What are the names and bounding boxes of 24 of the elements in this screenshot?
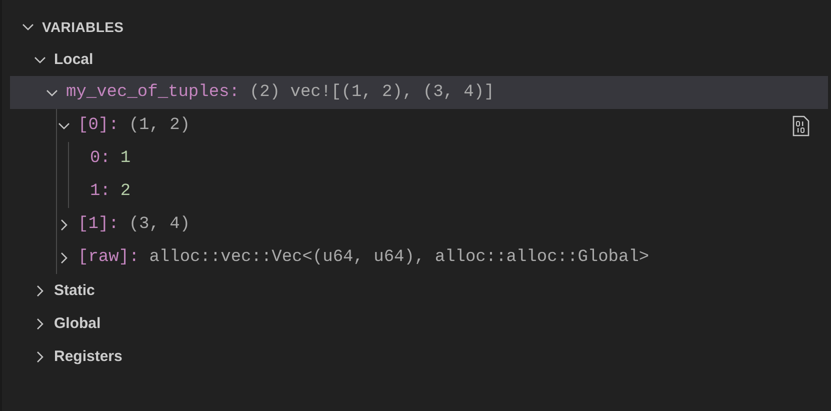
scope-label[interactable]: Static	[54, 282, 95, 299]
variable-name: [raw]:	[78, 248, 140, 267]
variable-value: (3, 4)	[128, 215, 190, 234]
variable-row[interactable]: [0]: (1, 2)	[10, 109, 828, 142]
variable-value: 1	[120, 149, 131, 168]
scope-label[interactable]: Global	[54, 315, 101, 332]
variable-name: [0]:	[78, 116, 119, 135]
variable-name: my_vec_of_tuples:	[66, 83, 240, 102]
variable-value: (2) vec![(1, 2), (3, 4)]	[249, 83, 494, 102]
variable-row[interactable]: 0: 1	[10, 142, 828, 175]
variable-row[interactable]: [raw]: alloc::vec::Vec<(u64, u64), alloc::alloc::Global>	[10, 241, 828, 274]
binary-data-icon[interactable]	[792, 114, 810, 136]
variable-value: 2	[120, 182, 131, 201]
scope-label[interactable]: Local	[54, 51, 94, 68]
panel-title: VARIABLES	[42, 18, 124, 34]
variable-row[interactable]: 1: 2	[10, 175, 828, 208]
variable-row[interactable]: my_vec_of_tuples: (2) vec![(1, 2), (3, 4)]	[10, 76, 828, 109]
variable-value: (1, 2)	[128, 116, 190, 135]
variable-name: 0:	[90, 149, 110, 168]
scope-label[interactable]: Registers	[54, 348, 122, 365]
variable-name: [1]:	[78, 215, 119, 234]
variable-name: 1:	[90, 182, 110, 201]
variable-row[interactable]: [1]: (3, 4)	[10, 208, 828, 241]
variable-value: alloc::vec::Vec<(u64, u64), alloc::alloc::Global>	[149, 248, 650, 267]
